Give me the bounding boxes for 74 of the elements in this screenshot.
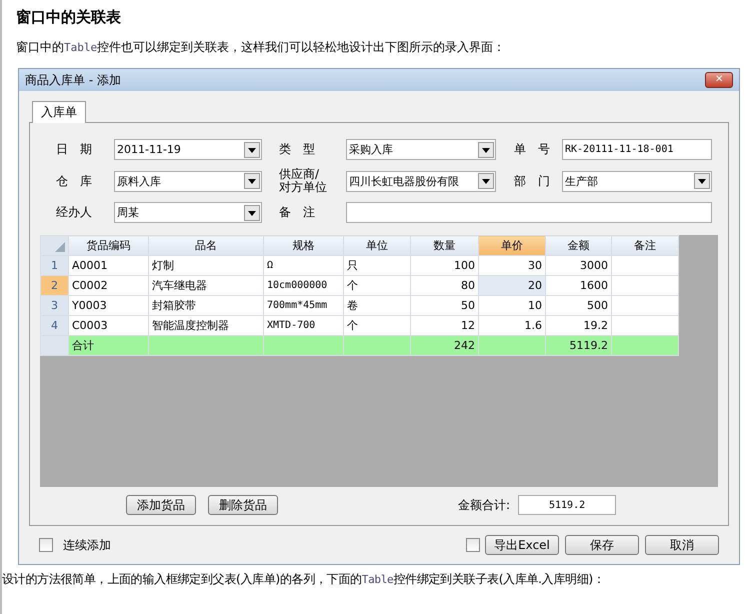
action-button[interactable]: 取消 (645, 535, 719, 555)
checkbox[interactable] (39, 538, 53, 552)
table-cell: 1600 (546, 276, 612, 296)
corner-cell[interactable] (40, 236, 68, 256)
total-cell (344, 336, 410, 356)
total-cell: 合计 (68, 336, 148, 356)
table-cell: Y0003 (68, 296, 148, 316)
field-label: 日 期 (56, 143, 93, 156)
table-cell: 灯制 (148, 256, 264, 276)
table-cell: 3000 (546, 256, 612, 276)
table-cell: 500 (546, 296, 612, 316)
field-label: 经办人 (56, 206, 93, 219)
outro-paragraph: 设计的方法很简单，上面的输入框绑定到父表(入库单)的各列，下面的Table控件绑定到关联子表(入库单.入库明细)： (2, 571, 606, 588)
combo-box[interactable]: 周某 (114, 202, 262, 223)
sum-field[interactable]: 5119.2 (518, 495, 616, 515)
combo-box[interactable]: 生产部 (562, 170, 712, 192)
table-cell: C0002 (68, 276, 148, 296)
action-button[interactable]: 保存 (565, 535, 639, 555)
total-cell (612, 336, 678, 356)
table-cell: 卷 (344, 296, 410, 316)
page-heading: 窗口中的关联表 (16, 8, 122, 27)
column-header[interactable]: 数量 (410, 236, 478, 256)
row-header[interactable]: 3 (40, 296, 68, 316)
grid-button[interactable]: 删除货品 (208, 495, 278, 515)
row-header[interactable]: 1 (40, 256, 68, 276)
table-cell: 80 (410, 276, 478, 296)
field-label: 部 门 (513, 174, 551, 188)
table-cell: 只 (344, 256, 410, 276)
tab[interactable]: 入库单 (32, 101, 86, 123)
row-header[interactable]: 4 (40, 316, 68, 336)
table-cell: Ω (264, 256, 344, 276)
table-cell: 封箱胶带 (148, 296, 264, 316)
table-cell: A0001 (68, 256, 148, 276)
table-cell: 100 (410, 256, 478, 276)
total-cell (478, 336, 546, 356)
window-title: 商品入库单 - 添加 (25, 72, 122, 88)
column-header[interactable]: 单价 (478, 236, 546, 256)
field-label: 备 注 (278, 206, 316, 219)
field-label: 类 型 (278, 143, 316, 156)
table-cell: 汽车继电器 (148, 276, 264, 296)
field-label: 供应商/ 对方单位 (278, 168, 328, 194)
text-field[interactable]: RK-20111-11-18-001 (562, 139, 712, 160)
checkbox-label: 连续添加 (63, 536, 111, 554)
field-label: 仓 库 (56, 174, 93, 188)
export-button[interactable]: 导出Excel (485, 535, 559, 555)
combo-box[interactable]: 2011-11-19 (114, 139, 262, 160)
total-cell: 5119.2 (546, 336, 612, 356)
table-cell: 10 (478, 296, 546, 316)
table-cell (612, 276, 678, 296)
sum-label: 金额合计: (458, 496, 510, 514)
intro-paragraph: 窗口中的Table控件也可以绑定到关联表，这样我们可以轻松地设计出下图所示的录入界面： (16, 39, 506, 56)
table-cell: 10cm000000 (264, 276, 344, 296)
table-cell: 个 (344, 276, 410, 296)
grid-button[interactable]: 添加货品 (126, 495, 196, 515)
column-header[interactable]: 备注 (612, 236, 678, 256)
total-cell: 242 (410, 336, 478, 356)
column-header[interactable]: 品名 (148, 236, 264, 256)
text-field[interactable] (346, 202, 712, 223)
column-header[interactable]: 规格 (264, 236, 344, 256)
combo-box[interactable]: 采购入库 (346, 139, 496, 160)
combo-box[interactable]: 四川长虹电器股份有限 (346, 170, 496, 192)
combo-box[interactable]: 原料入库 (114, 170, 262, 192)
table-cell: 50 (410, 296, 478, 316)
table-cell (612, 256, 678, 276)
table-cell (612, 296, 678, 316)
column-header[interactable]: 金额 (546, 236, 612, 256)
field-label: 单 号 (513, 143, 551, 156)
checkbox[interactable] (466, 538, 480, 552)
column-header[interactable]: 货品编码 (68, 236, 148, 256)
column-header[interactable]: 单位 (344, 236, 410, 256)
table-cell: 700mm*45mm (264, 296, 344, 316)
table-cell: 20 (478, 276, 546, 296)
row-header[interactable]: 2 (40, 276, 68, 296)
select-all-icon (55, 242, 65, 252)
